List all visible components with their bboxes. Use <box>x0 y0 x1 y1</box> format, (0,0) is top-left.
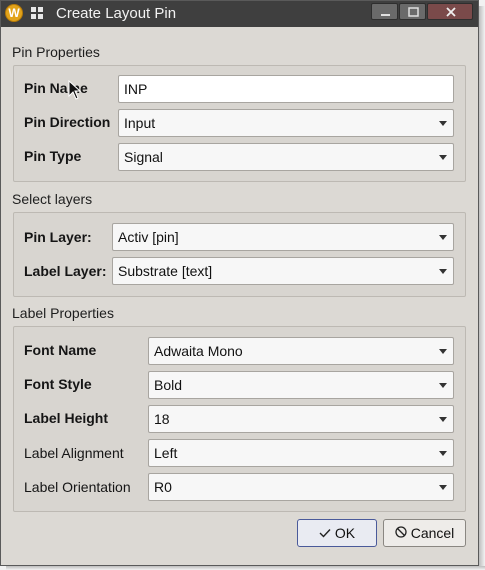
pin-layer-dropdown[interactable]: Activ [pin] <box>112 223 454 251</box>
cancel-button-label: Cancel <box>410 525 455 541</box>
pin-type-value: Signal <box>124 149 163 165</box>
app-icon[interactable]: W <box>5 4 23 22</box>
font-name-value: Adwaita Mono <box>154 343 243 359</box>
maximize-icon <box>408 7 419 17</box>
window-shadow-right <box>479 6 485 570</box>
grid-icon[interactable] <box>31 7 43 19</box>
close-icon <box>446 7 456 17</box>
chevron-down-icon <box>439 155 447 160</box>
label-properties-heading: Label Properties <box>12 305 114 321</box>
pin-layer-label: Pin Layer: <box>24 229 92 245</box>
minimize-icon <box>381 14 390 16</box>
checkmark-icon <box>319 520 331 546</box>
cancel-icon <box>395 520 407 546</box>
label-layer-label: Label Layer: <box>24 263 107 279</box>
chevron-down-icon <box>439 383 447 388</box>
label-height-value: 18 <box>154 411 170 427</box>
font-style-value: Bold <box>154 377 183 393</box>
label-layer-value: Substrate [text] <box>118 263 213 279</box>
label-orientation-label: Label Orientation <box>24 479 131 495</box>
title-bar[interactable]: W Create Layout Pin <box>1 1 478 27</box>
label-height-dropdown[interactable]: 18 <box>148 405 454 433</box>
chevron-down-icon <box>439 349 447 354</box>
label-layer-dropdown[interactable]: Substrate [text] <box>112 257 454 285</box>
label-alignment-label: Label Alignment <box>24 445 124 461</box>
pin-direction-dropdown[interactable]: Input <box>118 109 454 137</box>
chevron-down-icon <box>439 235 447 240</box>
mouse-cursor-icon <box>68 80 82 100</box>
chevron-down-icon <box>439 485 447 490</box>
maximize-button[interactable] <box>399 3 426 20</box>
font-style-dropdown[interactable]: Bold <box>148 371 454 399</box>
chevron-down-icon <box>439 121 447 126</box>
app-icon-letter: W <box>8 6 20 20</box>
pin-direction-label: Pin Direction <box>24 114 111 130</box>
label-alignment-value: Left <box>154 445 178 461</box>
pin-name-input[interactable] <box>118 75 454 103</box>
pin-layer-value: Activ [pin] <box>118 229 179 245</box>
close-button[interactable] <box>427 3 473 20</box>
ok-button[interactable]: OK <box>297 519 377 547</box>
pin-type-dropdown[interactable]: Signal <box>118 143 454 171</box>
font-name-label: Font Name <box>24 342 97 358</box>
window-shadow-bottom <box>6 566 485 570</box>
chevron-down-icon <box>439 417 447 422</box>
pin-type-label: Pin Type <box>24 148 82 164</box>
select-layers-heading: Select layers <box>12 191 93 207</box>
chevron-down-icon <box>439 451 447 456</box>
cancel-button[interactable]: Cancel <box>383 519 466 547</box>
ok-button-label: OK <box>334 525 356 541</box>
chevron-down-icon <box>439 269 447 274</box>
pin-properties-heading: Pin Properties <box>12 44 100 60</box>
label-height-label: Label Height <box>24 410 109 426</box>
label-alignment-dropdown[interactable]: Left <box>148 439 454 467</box>
window-title: Create Layout Pin <box>56 5 177 22</box>
minimize-button[interactable] <box>371 3 398 20</box>
pin-direction-value: Input <box>124 115 156 131</box>
font-style-label: Font Style <box>24 376 92 392</box>
font-name-dropdown[interactable]: Adwaita Mono <box>148 337 454 365</box>
label-orientation-dropdown[interactable]: R0 <box>148 473 454 501</box>
label-orientation-value: R0 <box>154 479 172 495</box>
